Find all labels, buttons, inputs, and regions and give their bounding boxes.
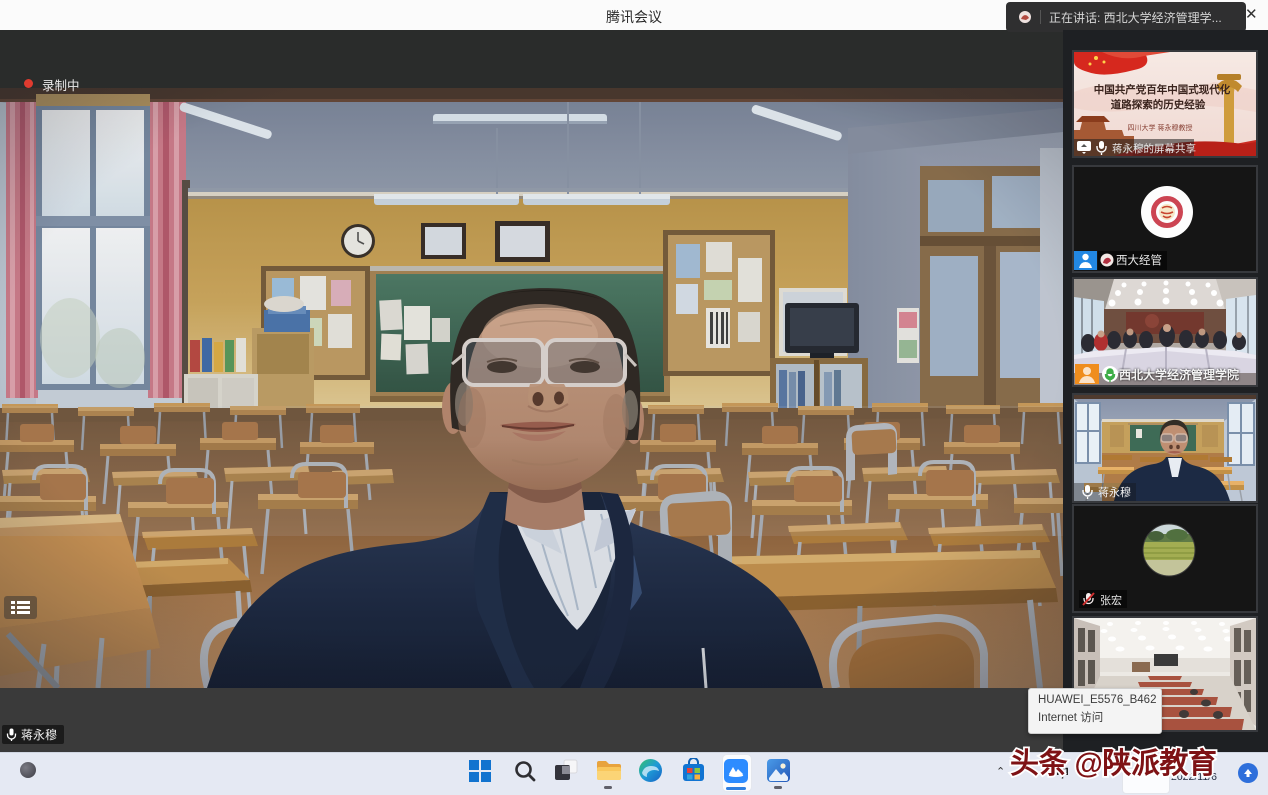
svg-text:道路探索的历史经验: 道路探索的历史经验 — [1111, 98, 1206, 111]
svg-text:蒋永穆: 蒋永穆 — [1098, 485, 1131, 499]
svg-text:中国共产党百年中国式现代化: 中国共产党百年中国式现代化 — [1094, 83, 1231, 96]
svg-text:西大经管: 西大经管 — [1116, 253, 1162, 267]
svg-text:四川大学 蒋永穆教授: 四川大学 蒋永穆教授 — [1128, 123, 1193, 132]
svg-text:张宏: 张宏 — [1100, 593, 1122, 607]
svg-text:蒋永穆的屏幕共享: 蒋永穆的屏幕共享 — [1112, 142, 1196, 155]
svg-text:西北大学经济管理学院: 西北大学经济管理学院 — [1119, 367, 1239, 382]
